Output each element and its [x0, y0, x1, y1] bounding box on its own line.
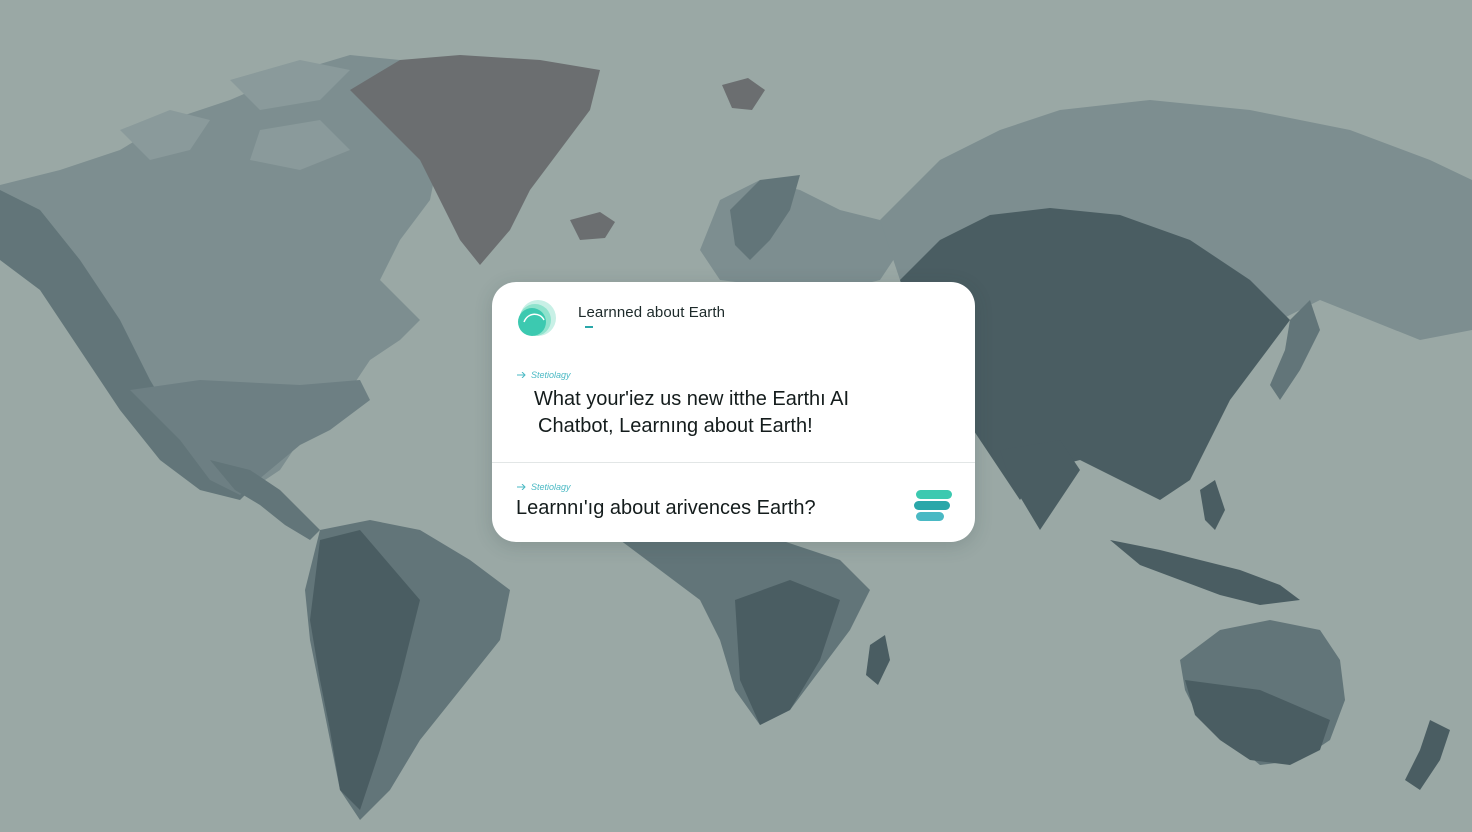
- bot-message-line-1: What your'iez us new itthe Earthı AI: [534, 388, 850, 410]
- earth-chat-logo-icon: [518, 300, 556, 336]
- tag-arrow-icon: [517, 372, 526, 378]
- card-title: Learnned about Earth: [578, 304, 726, 321]
- europe: [700, 180, 900, 290]
- bot-message: What your'iez us new itthe Earthı AI Cha…: [534, 386, 934, 440]
- divider: [492, 462, 975, 463]
- title-underline: [585, 326, 593, 328]
- stacked-send-icon[interactable]: [912, 488, 956, 524]
- madagascar: [866, 635, 890, 685]
- iceland: [570, 212, 615, 240]
- chat-card-header: Learnned about Earth: [492, 282, 975, 362]
- chat-card: Learnned about Earth Stetiolagy What you…: [492, 282, 975, 542]
- tag-arrow-icon: [517, 484, 526, 490]
- svalbard: [722, 78, 765, 110]
- message-tag-label: Stetiolagy: [531, 370, 571, 380]
- input-tag-label: Stetiolagy: [531, 482, 571, 492]
- bot-message-line-2: Chatbot, Learnıng about Earth!: [538, 415, 813, 437]
- input-tag: Stetiolagy: [517, 482, 571, 492]
- southeast-asia-islands: [1110, 480, 1300, 605]
- new-zealand: [1405, 720, 1450, 790]
- chat-input[interactable]: Learnnı'ıg about arivences Earth?: [516, 497, 816, 520]
- message-tag: Stetiolagy: [517, 370, 571, 380]
